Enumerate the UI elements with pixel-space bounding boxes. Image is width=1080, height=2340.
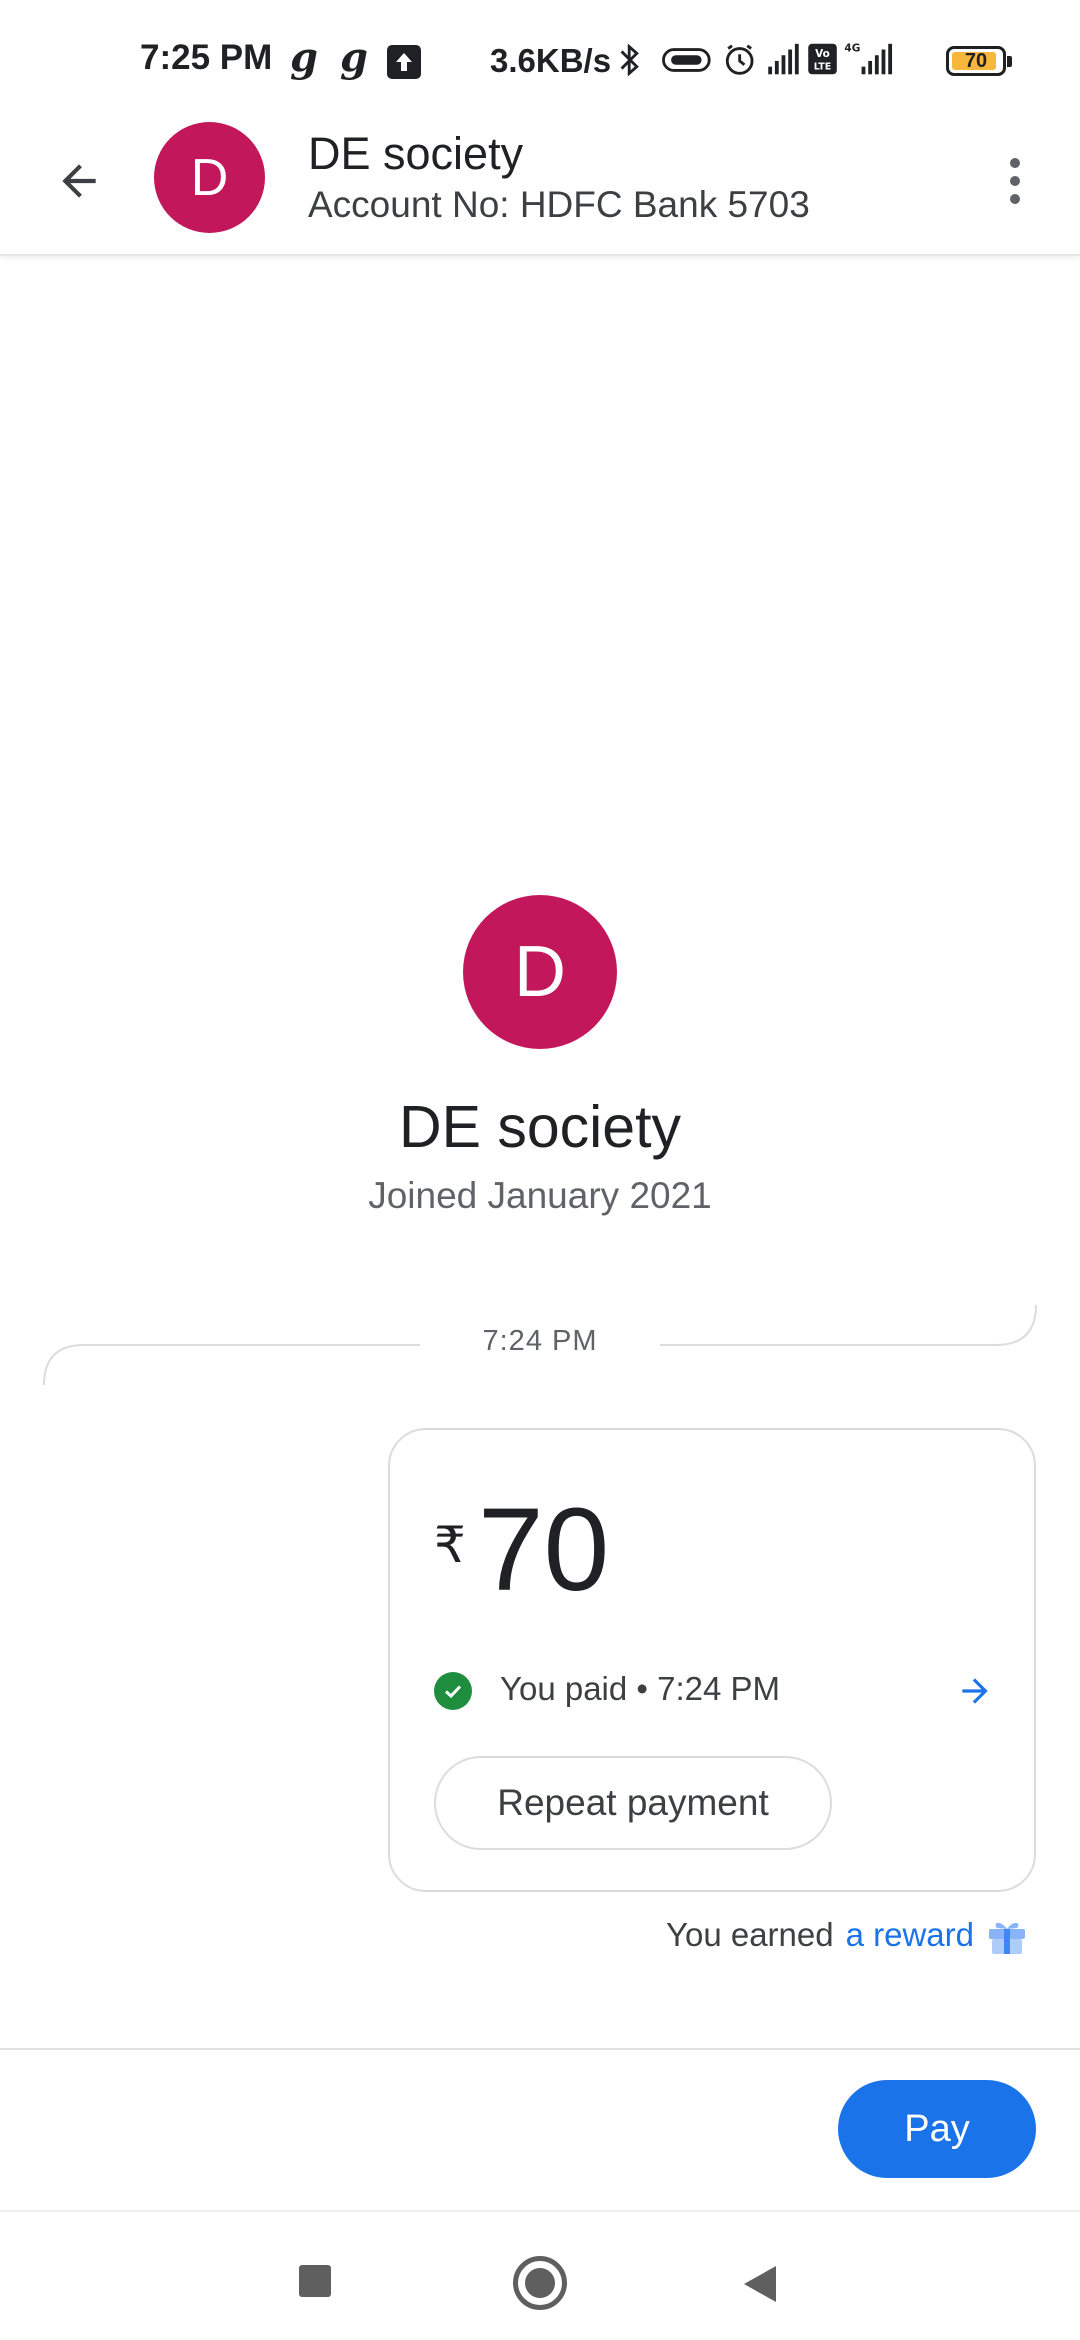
recent-apps-button[interactable] <box>299 2265 331 2297</box>
profile-avatar: D <box>463 895 617 1049</box>
status-icons: Vo LTE 4G <box>620 42 893 77</box>
arrow-forward-icon <box>962 1678 988 1704</box>
more-options-button[interactable] <box>990 146 1040 216</box>
check-circle-icon <box>434 1672 472 1710</box>
status-bar: 7:25 PM g g 3.6KB/s Vo LTE 4G 70 <box>0 0 1080 110</box>
reward-prefix: You earned <box>665 1916 834 1953</box>
back-arrow-icon <box>62 164 96 198</box>
app-notification-icon: g <box>340 34 368 81</box>
payment-card[interactable]: ₹ 70 You paid • 7:24 PM Repeat payment <box>388 1428 1036 1892</box>
reward-message: You earned a reward <box>666 1915 1028 1955</box>
home-button[interactable] <box>513 2256 567 2310</box>
volte-icon: Vo LTE <box>808 43 837 75</box>
gift-icon <box>989 1922 1025 1954</box>
more-vert-icon <box>1010 158 1020 168</box>
svg-text:Vo: Vo <box>815 48 830 60</box>
app-header: D DE society Account No: HDFC Bank 5703 <box>0 110 1080 256</box>
system-nav-bar <box>0 2210 1080 2340</box>
battery-icon: 70 <box>946 46 1012 76</box>
avatar[interactable]: D <box>154 122 265 233</box>
payment-amount: 70 <box>478 1484 610 1616</box>
svg-text:4G: 4G <box>844 42 860 54</box>
alarm-icon <box>725 44 754 75</box>
app-notification-icon: g <box>290 34 318 81</box>
signal-icon <box>768 43 799 75</box>
account-number: Account No: HDFC Bank 5703 <box>308 184 810 225</box>
currency-symbol: ₹ <box>434 1516 466 1574</box>
vibrate-icon <box>662 48 711 72</box>
payment-details-button[interactable] <box>950 1666 1000 1716</box>
page-title: DE society <box>308 128 524 179</box>
status-time: 7:25 PM <box>140 38 273 77</box>
svg-text:LTE: LTE <box>814 62 831 73</box>
network-speed: 3.6KB/s <box>490 42 612 79</box>
upload-icon <box>387 45 421 79</box>
bottom-divider <box>0 2048 1080 2050</box>
message-timestamp: 7:24 PM <box>482 1325 598 1357</box>
reward-link[interactable]: a reward <box>846 1916 974 1954</box>
profile-joined-date: Joined January 2021 <box>368 1175 712 1216</box>
bluetooth-icon <box>620 43 639 77</box>
battery-level: 70 <box>964 50 988 72</box>
profile-name: DE society <box>399 1094 681 1160</box>
repeat-payment-button[interactable]: Repeat payment <box>434 1756 832 1850</box>
pay-button[interactable]: Pay <box>838 2080 1036 2178</box>
payment-status: You paid • 7:24 PM <box>500 1670 781 1707</box>
signal-4g-icon: 4G <box>844 42 893 75</box>
nav-back-button[interactable] <box>742 2264 778 2304</box>
back-button[interactable] <box>44 146 114 216</box>
